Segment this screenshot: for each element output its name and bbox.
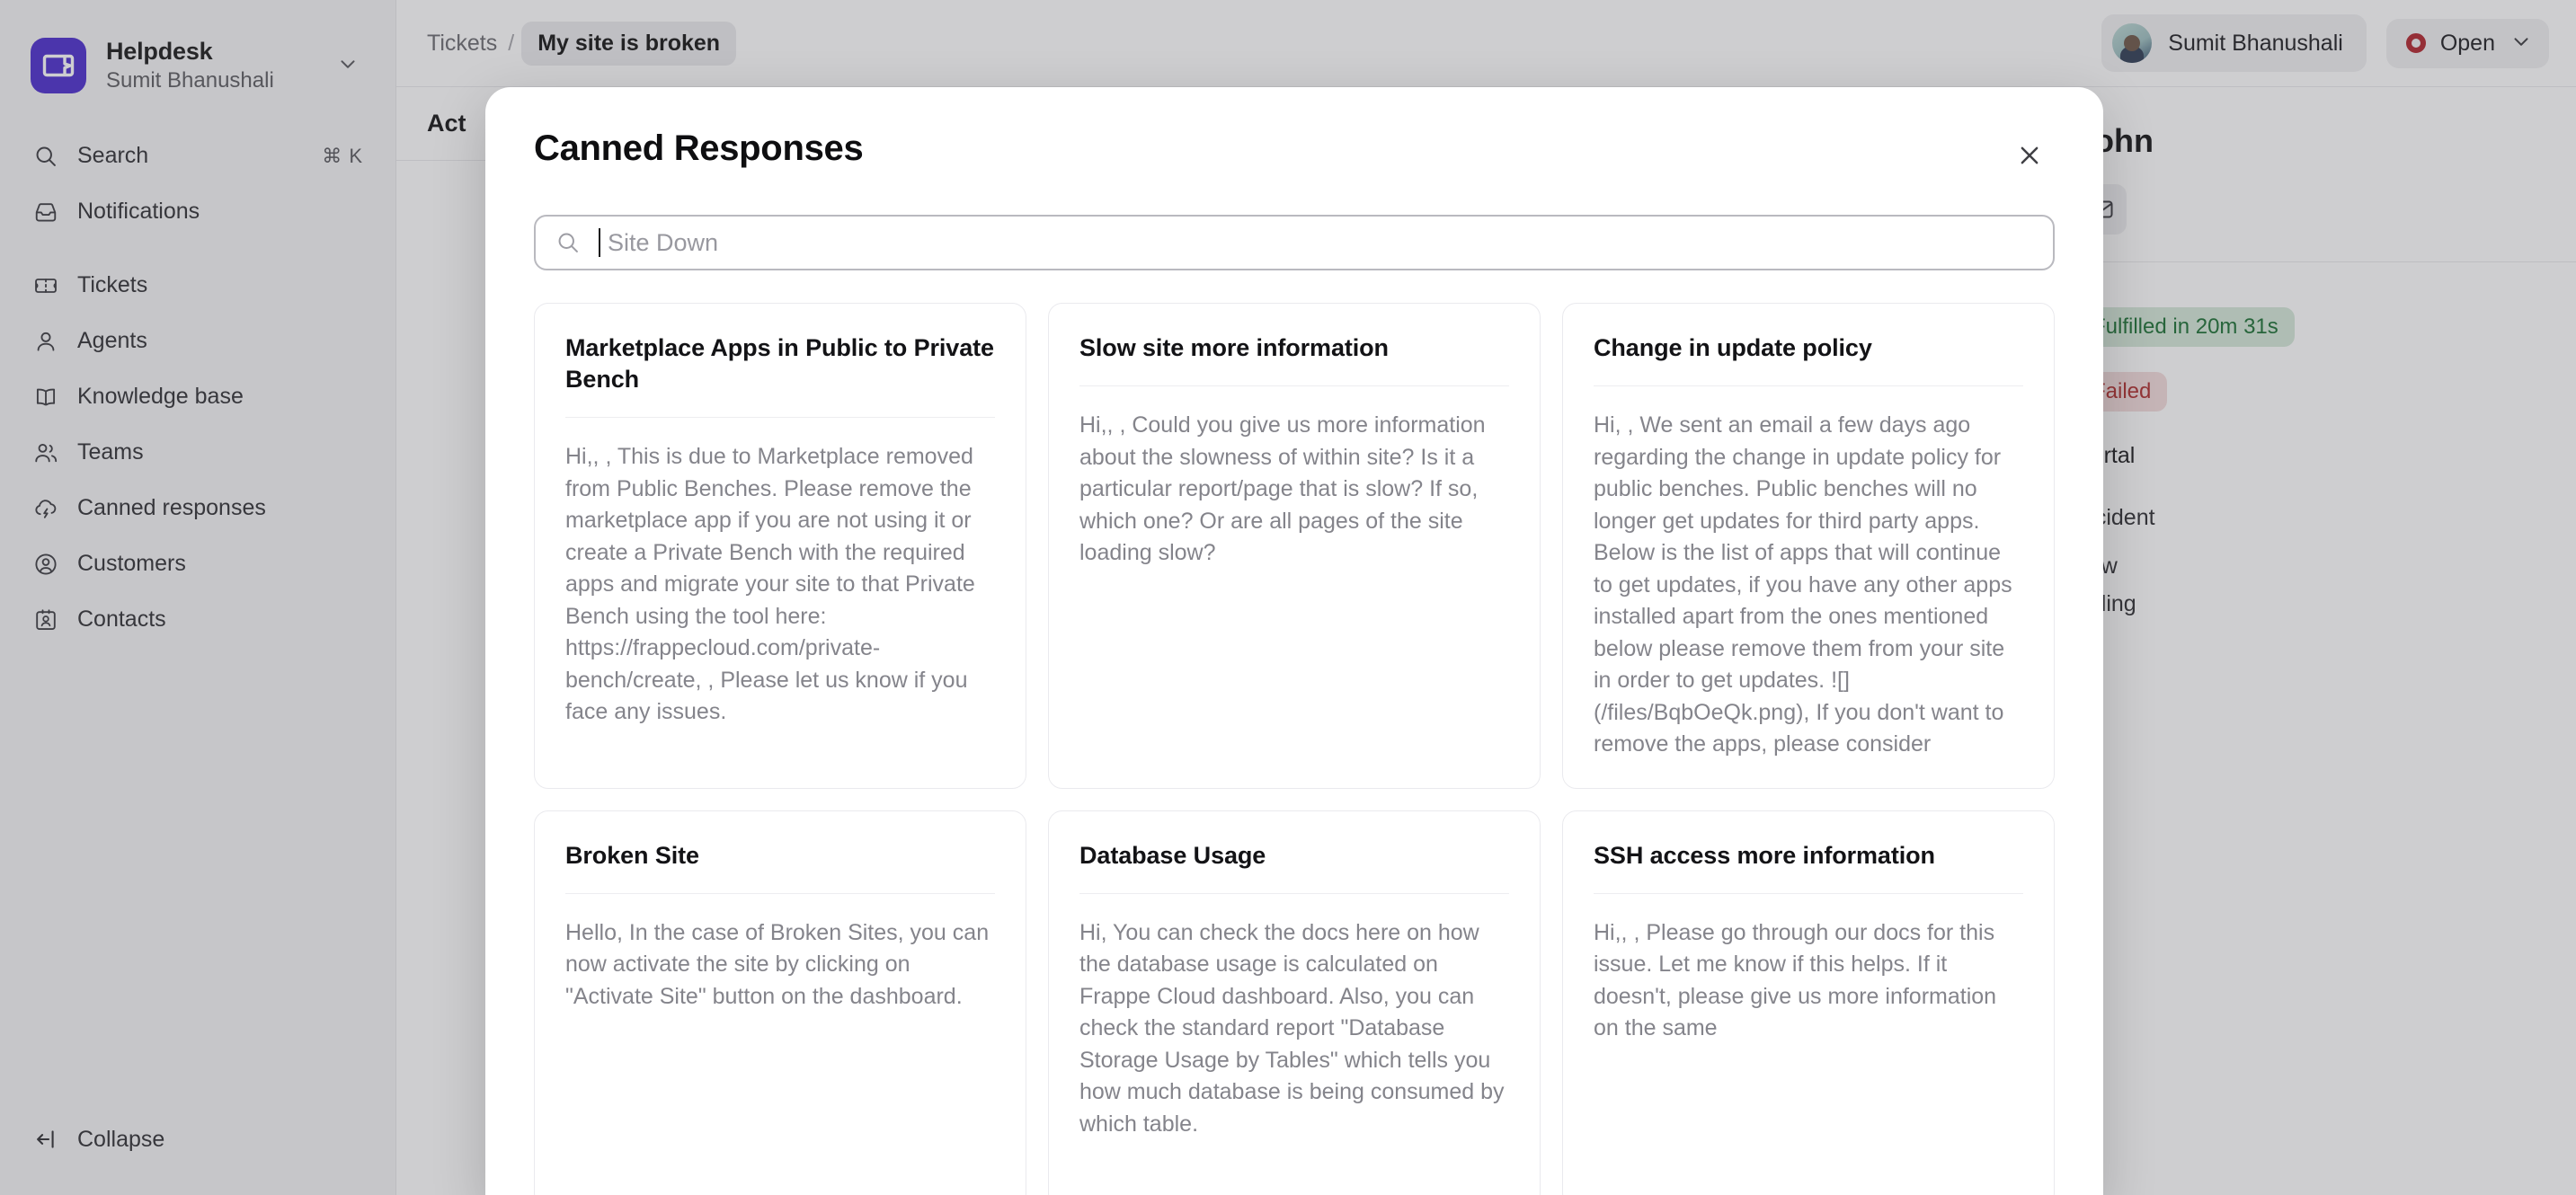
card-title: Slow site more information [1079, 334, 1389, 361]
card-body: Hi,, , Could you give us more informatio… [1079, 412, 1486, 566]
canned-response-grid: Marketplace Apps in Public to Private Be… [534, 303, 2055, 1195]
canned-response-card[interactable]: Broken Site Hello, In the case of Broken… [534, 810, 1026, 1195]
card-body: Hi, You can check the docs here on how t… [1079, 919, 1505, 1137]
search-input[interactable]: Site Down [534, 215, 2055, 270]
canned-response-card[interactable]: Change in update policy Hi, , We sent an… [1562, 303, 2055, 789]
card-divider [1594, 385, 2023, 387]
card-body: Hi, , We sent an email a few days ago re… [1594, 412, 2012, 757]
card-title: Change in update policy [1594, 334, 1872, 361]
card-title: Marketplace Apps in Public to Private Be… [565, 334, 994, 394]
card-divider [1079, 892, 1509, 894]
card-divider [1594, 892, 2023, 894]
search-placeholder: Site Down [608, 228, 719, 256]
card-title: Broken Site [565, 841, 699, 869]
card-divider [565, 892, 995, 894]
app-root: Helpdesk Sumit Bhanushali Search ⌘ K Not… [0, 0, 2576, 1195]
search-icon [555, 230, 582, 255]
card-divider [1079, 385, 1509, 387]
card-divider [565, 417, 995, 419]
card-body: Hello, In the case of Broken Sites, you … [565, 919, 990, 1009]
close-icon[interactable] [2004, 130, 2055, 181]
canned-response-card[interactable]: SSH access more information Hi,, , Pleas… [1562, 810, 2055, 1195]
text-cursor [599, 228, 600, 257]
card-body: Hi,, , This is due to Marketplace remove… [565, 444, 975, 725]
dialog-header: Canned Responses [485, 87, 2103, 181]
canned-responses-dialog: Canned Responses Site Down Marketplace A… [485, 87, 2103, 1195]
canned-response-list[interactable]: Marketplace Apps in Public to Private Be… [485, 270, 2103, 1195]
canned-response-card[interactable]: Slow site more information Hi,, , Could … [1048, 303, 1541, 789]
dialog-search-wrap: Site Down [485, 181, 2103, 270]
canned-response-card[interactable]: Database Usage Hi, You can check the doc… [1048, 810, 1541, 1195]
card-title: Database Usage [1079, 841, 1266, 869]
card-body: Hi,, , Please go through our docs for th… [1594, 919, 1997, 1041]
dialog-title: Canned Responses [534, 128, 864, 168]
card-title: SSH access more information [1594, 841, 1935, 869]
canned-response-card[interactable]: Marketplace Apps in Public to Private Be… [534, 303, 1026, 789]
